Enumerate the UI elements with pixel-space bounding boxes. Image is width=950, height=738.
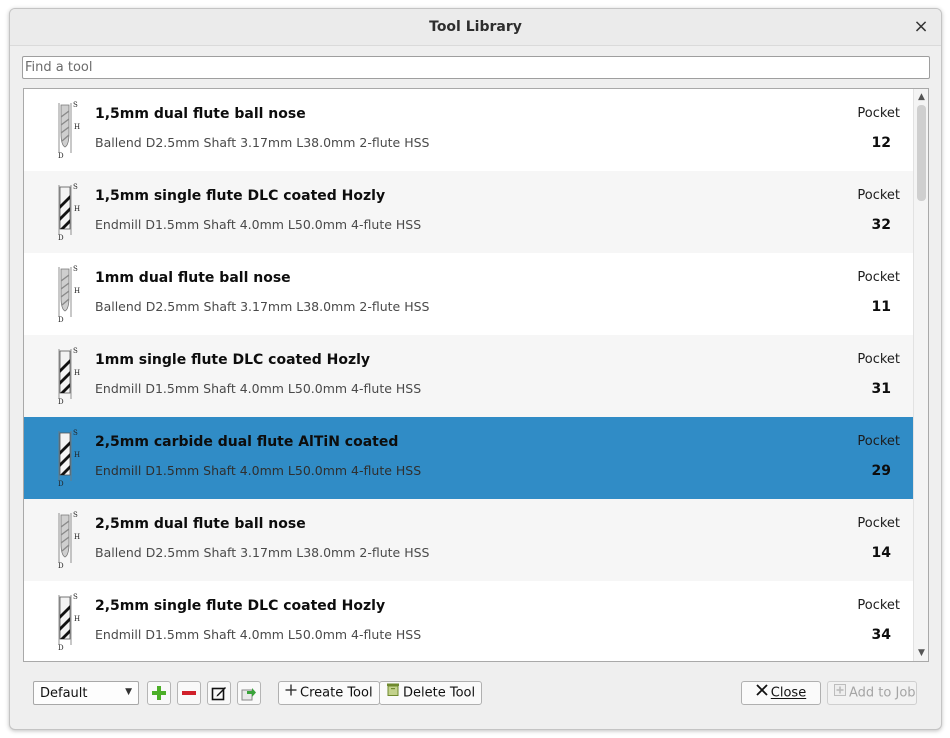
pocket-number: 11 — [871, 299, 891, 315]
svg-text:H: H — [74, 451, 80, 459]
add-library-button[interactable] — [147, 681, 171, 705]
rename-library-icon — [211, 687, 226, 701]
rename-library-button[interactable] — [207, 681, 231, 705]
library-select[interactable]: Default ▼ — [33, 681, 139, 705]
tool-row[interactable]: S H D 1mm dual flute ball nose Ballend D… — [24, 253, 914, 335]
tool-list: S H D 1,5mm dual flute ball nose Ballend… — [23, 88, 929, 662]
delete-tool-label: Delete Tool — [403, 685, 476, 701]
endmill-tool-icon: S H D — [46, 183, 80, 242]
tool-name: 1,5mm dual flute ball nose — [95, 106, 306, 122]
close-button[interactable]: Close — [741, 681, 821, 705]
ballend-tool-icon: S H D — [46, 511, 80, 570]
tool-row[interactable]: S H D 2,5mm carbide dual flute AlTiN coa… — [24, 417, 914, 499]
tool-row[interactable]: S H D 2,5mm dual flute ball nose Ballend… — [24, 499, 914, 581]
remove-library-button[interactable] — [177, 681, 201, 705]
scroll-up-arrow-icon[interactable]: ▲ — [914, 90, 928, 104]
close-label: Close — [770, 685, 807, 701]
tool-name: 2,5mm dual flute ball nose — [95, 516, 306, 532]
search-input[interactable] — [22, 56, 930, 79]
tool-description: Ballend D2.5mm Shaft 3.17mm L38.0mm 2-fl… — [95, 135, 430, 150]
vertical-scrollbar[interactable]: ▲ ▼ — [913, 89, 928, 661]
svg-text:S: S — [73, 265, 78, 273]
scrollbar-thumb[interactable] — [917, 105, 926, 201]
pocket-label: Pocket — [857, 188, 900, 203]
svg-text:H: H — [74, 287, 80, 295]
svg-text:H: H — [74, 369, 80, 377]
svg-text:H: H — [74, 615, 80, 623]
svg-text:H: H — [74, 205, 80, 213]
create-tool-label: Create Tool — [300, 685, 373, 701]
pocket-number: 32 — [871, 217, 891, 233]
add-to-job-icon — [834, 682, 846, 704]
svg-text:S: S — [73, 511, 78, 519]
svg-text:D: D — [58, 316, 64, 323]
add-to-job-button[interactable]: Add to Job — [827, 681, 917, 705]
svg-text:D: D — [58, 398, 64, 405]
add-to-job-label: Add to Job — [849, 685, 916, 701]
pocket-label: Pocket — [857, 270, 900, 285]
svg-text:D: D — [58, 234, 64, 241]
add-library-icon — [152, 686, 166, 700]
tool-row[interactable]: S H D 1,5mm dual flute ball nose Ballend… — [24, 89, 914, 171]
svg-text:S: S — [73, 183, 78, 191]
close-window-icon[interactable]: × — [911, 17, 931, 37]
tool-description: Ballend D2.5mm Shaft 3.17mm L38.0mm 2-fl… — [95, 299, 430, 314]
tool-row[interactable]: S H D 1,5mm single flute DLC coated Hozl… — [24, 171, 914, 253]
svg-text:D: D — [58, 152, 64, 159]
svg-text:S: S — [73, 593, 78, 601]
tool-description: Ballend D2.5mm Shaft 3.17mm L38.0mm 2-fl… — [95, 545, 430, 560]
tool-name: 2,5mm single flute DLC coated Hozly — [95, 598, 386, 614]
remove-library-icon — [182, 691, 196, 695]
tool-list-rows: S H D 1,5mm dual flute ball nose Ballend… — [24, 89, 914, 661]
endmill-tool-icon: S H D — [46, 429, 80, 488]
export-library-button[interactable] — [237, 681, 261, 705]
tool-description: Endmill D1.5mm Shaft 4.0mm L50.0mm 4-flu… — [95, 627, 422, 642]
window-title: Tool Library — [429, 19, 522, 35]
pocket-label: Pocket — [857, 598, 900, 613]
svg-text:S: S — [73, 429, 78, 437]
endmill-tool-icon: S H D — [46, 593, 80, 652]
ballend-tool-icon: S H D — [46, 101, 80, 160]
tool-name: 1,5mm single flute DLC coated Hozly — [95, 188, 386, 204]
scroll-down-arrow-icon[interactable]: ▼ — [914, 646, 928, 660]
svg-text:H: H — [74, 123, 80, 131]
pocket-number: 31 — [871, 381, 891, 397]
pocket-label: Pocket — [857, 434, 900, 449]
delete-tool-button[interactable]: Delete Tool — [379, 681, 483, 705]
tool-description: Endmill D1.5mm Shaft 4.0mm L50.0mm 4-flu… — [95, 217, 422, 232]
endmill-tool-icon: S H D — [46, 347, 80, 406]
pocket-label: Pocket — [857, 106, 900, 121]
tool-name: 2,5mm carbide dual flute AlTiN coated — [95, 434, 399, 450]
svg-text:D: D — [58, 480, 64, 487]
svg-text:D: D — [58, 562, 64, 569]
svg-text:D: D — [58, 644, 64, 651]
title-bar: Tool Library × — [10, 9, 941, 46]
bottom-toolbar: Default ▼ Create Tool Delete Tool Close … — [10, 674, 941, 714]
tool-description: Endmill D1.5mm Shaft 4.0mm L50.0mm 4-flu… — [95, 463, 422, 478]
tool-name: 1mm single flute DLC coated Hozly — [95, 352, 371, 368]
chevron-down-icon: ▼ — [125, 687, 132, 697]
svg-text:S: S — [73, 101, 78, 109]
svg-text:H: H — [74, 533, 80, 541]
pocket-label: Pocket — [857, 352, 900, 367]
tool-row[interactable]: S H D 2,5mm single flute DLC coated Hozl… — [24, 581, 914, 661]
pocket-label: Pocket — [857, 516, 900, 531]
svg-text:S: S — [73, 347, 78, 355]
trash-icon — [386, 682, 400, 704]
tool-name: 1mm dual flute ball nose — [95, 270, 291, 286]
create-tool-button[interactable]: Create Tool — [278, 681, 380, 705]
pocket-number: 14 — [871, 545, 891, 561]
pocket-number: 34 — [871, 627, 891, 643]
tool-library-window: Tool Library × S H D 1,5mm dual flute ba… — [9, 8, 942, 730]
export-library-icon — [241, 688, 256, 701]
plus-icon — [285, 682, 297, 704]
close-cross-icon — [756, 682, 768, 704]
tool-row[interactable]: S H D 1mm single flute DLC coated Hozly … — [24, 335, 914, 417]
ballend-tool-icon: S H D — [46, 265, 80, 324]
tool-description: Endmill D1.5mm Shaft 4.0mm L50.0mm 4-flu… — [95, 381, 422, 396]
library-select-value: Default — [40, 686, 88, 701]
pocket-number: 29 — [871, 463, 891, 479]
pocket-number: 12 — [871, 135, 891, 151]
